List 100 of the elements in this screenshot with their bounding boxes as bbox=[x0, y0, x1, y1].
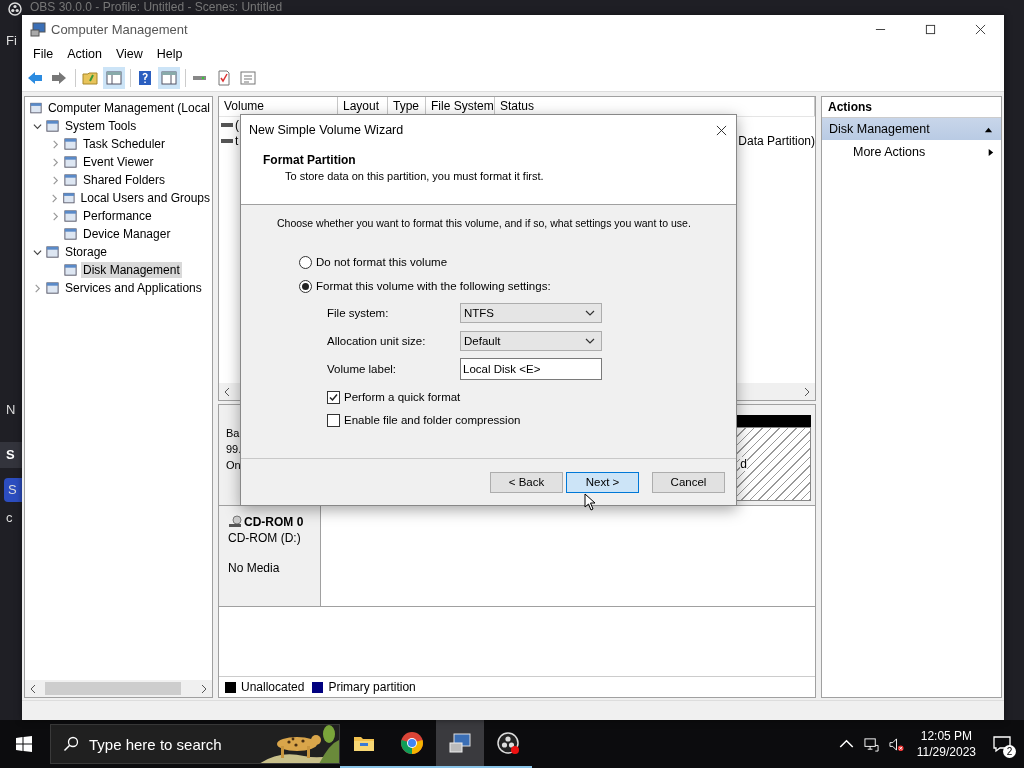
table-cell: t bbox=[235, 134, 239, 148]
radio-button[interactable] bbox=[299, 279, 312, 293]
window-icon bbox=[45, 244, 60, 260]
dock-label: N bbox=[5, 401, 17, 419]
browser-icon bbox=[400, 731, 424, 755]
actions-section[interactable]: Disk Management bbox=[822, 118, 1001, 140]
drive-icon bbox=[221, 138, 233, 144]
radio-label[interactable]: Do not format this volume bbox=[316, 256, 448, 268]
dialog-button[interactable]: Cancel bbox=[652, 471, 725, 493]
taskbar-app-button[interactable] bbox=[436, 720, 484, 768]
page-subheading: To store data on this partition, you must format it first. bbox=[284, 170, 545, 182]
table-cell: ( bbox=[235, 118, 239, 132]
instruction-text: Choose whether you want to format this volume, and if so, what settings you want to use. bbox=[276, 217, 692, 229]
tree-item[interactable]: Local Users and Groups bbox=[78, 190, 212, 206]
action-link[interactable]: More Actions bbox=[853, 145, 986, 159]
caret-icon bbox=[585, 336, 595, 346]
disk-name: CD-ROM 0 bbox=[244, 515, 304, 529]
close-icon[interactable] bbox=[716, 124, 727, 136]
tree-item[interactable]: Device Manager bbox=[81, 226, 173, 242]
close-icon[interactable] bbox=[975, 23, 986, 35]
chevron-right-icon[interactable] bbox=[49, 193, 59, 203]
chevron-right-icon[interactable] bbox=[50, 157, 60, 167]
tree-item[interactable]: System Tools bbox=[63, 118, 139, 134]
recorder-icon bbox=[496, 731, 520, 755]
table-cell: Data Partition) bbox=[738, 134, 815, 148]
search-icon bbox=[63, 736, 79, 752]
window-icon bbox=[63, 154, 78, 170]
partition-label: d bbox=[740, 457, 747, 471]
clock-date[interactable]: 11/29/2023 bbox=[916, 744, 976, 760]
tree-item[interactable]: Storage bbox=[63, 244, 110, 260]
chevron-right-icon[interactable] bbox=[50, 211, 60, 221]
window-icon bbox=[45, 118, 60, 134]
window-title: Computer Management bbox=[51, 21, 188, 37]
menu-item[interactable]: Fi bbox=[6, 33, 17, 48]
dock-label: S bbox=[0, 442, 22, 468]
chevron-right-icon[interactable] bbox=[32, 283, 42, 293]
notification-button[interactable]: 2 bbox=[984, 724, 1020, 764]
chevron-down-icon[interactable] bbox=[32, 121, 42, 131]
input-field[interactable]: Local Disk <E> bbox=[460, 358, 602, 380]
disk-info: On bbox=[226, 458, 242, 473]
checkbox-label[interactable]: Enable file and folder compression bbox=[344, 414, 521, 426]
radio-label[interactable]: Format this volume with the following settings: bbox=[316, 280, 551, 292]
panel-icon[interactable] bbox=[103, 67, 125, 89]
tree-item[interactable]: Disk Management bbox=[81, 262, 182, 278]
chevron-right-icon[interactable] bbox=[50, 139, 60, 149]
search-field[interactable]: Type here to search bbox=[50, 724, 340, 764]
window-icon bbox=[63, 136, 78, 152]
page-heading: Format Partition bbox=[263, 153, 357, 167]
disk-info: 99. bbox=[226, 442, 243, 457]
dock-label: c bbox=[5, 509, 14, 527]
disk-info: Ba bbox=[226, 426, 241, 441]
panel-icon[interactable] bbox=[158, 67, 180, 89]
window-icon bbox=[61, 190, 76, 206]
radio-button[interactable] bbox=[299, 255, 312, 269]
legend-label: Unallocated bbox=[241, 680, 305, 694]
dropdown[interactable]: Default bbox=[460, 331, 602, 351]
menu-item[interactable]: Action bbox=[60, 47, 109, 61]
field-label: Volume label: bbox=[327, 363, 398, 375]
cd-drive-icon bbox=[228, 515, 242, 529]
field-label: File system: bbox=[327, 307, 390, 319]
tree-item[interactable]: Event Viewer bbox=[81, 154, 156, 170]
dropdown[interactable]: NTFS bbox=[460, 303, 602, 323]
drive-icon bbox=[221, 122, 233, 128]
computer-icon bbox=[448, 731, 472, 755]
field-label: Allocation unit size: bbox=[327, 335, 427, 347]
window-title: OBS 30.0.0 - Profile: Untitled - Scenes: Untitled bbox=[30, 1, 283, 14]
disk-info: CD-ROM (D:) bbox=[228, 530, 302, 546]
submenu-arrow-icon bbox=[986, 147, 995, 157]
tree-item[interactable]: Services and Applications bbox=[63, 280, 204, 296]
section-label: Disk Management bbox=[829, 122, 931, 136]
window-icon bbox=[63, 226, 78, 242]
checkbox-label[interactable]: Perform a quick format bbox=[344, 391, 461, 403]
tree-item[interactable]: Performance bbox=[81, 208, 154, 224]
dialog-button[interactable]: < Back bbox=[490, 471, 563, 493]
tree-item[interactable]: Shared Folders bbox=[81, 172, 168, 188]
checkbox[interactable] bbox=[327, 413, 340, 427]
message-icon bbox=[992, 734, 1012, 754]
dialog-button[interactable]: Next > bbox=[566, 471, 639, 493]
caret-icon bbox=[585, 308, 595, 318]
dialog-title: New Simple Volume Wizard bbox=[249, 123, 404, 137]
computer-icon bbox=[30, 21, 46, 37]
chevron-right-icon[interactable] bbox=[50, 175, 60, 185]
chevron-down-icon[interactable] bbox=[32, 247, 42, 257]
legend-label: Primary partition bbox=[328, 680, 416, 694]
tree-item[interactable]: Computer Management (Local bbox=[45, 100, 212, 116]
checkbox[interactable] bbox=[327, 390, 340, 404]
window-icon bbox=[63, 172, 78, 188]
menu-item[interactable]: View bbox=[108, 47, 150, 61]
menu-item[interactable]: Help bbox=[149, 47, 190, 61]
tree-item[interactable]: Task Scheduler bbox=[81, 136, 168, 152]
window-icon bbox=[45, 280, 60, 296]
window-icon bbox=[63, 262, 78, 278]
window-icon bbox=[63, 208, 78, 224]
dock-label: S bbox=[4, 478, 22, 502]
menu-item[interactable]: File bbox=[26, 47, 61, 61]
maximize-icon[interactable] bbox=[925, 23, 936, 35]
clock-time[interactable]: 12:05 PM bbox=[920, 728, 973, 744]
disk-info: No Media bbox=[228, 560, 281, 576]
scrollbar-thumb[interactable] bbox=[45, 682, 181, 695]
window-icon bbox=[29, 100, 43, 116]
